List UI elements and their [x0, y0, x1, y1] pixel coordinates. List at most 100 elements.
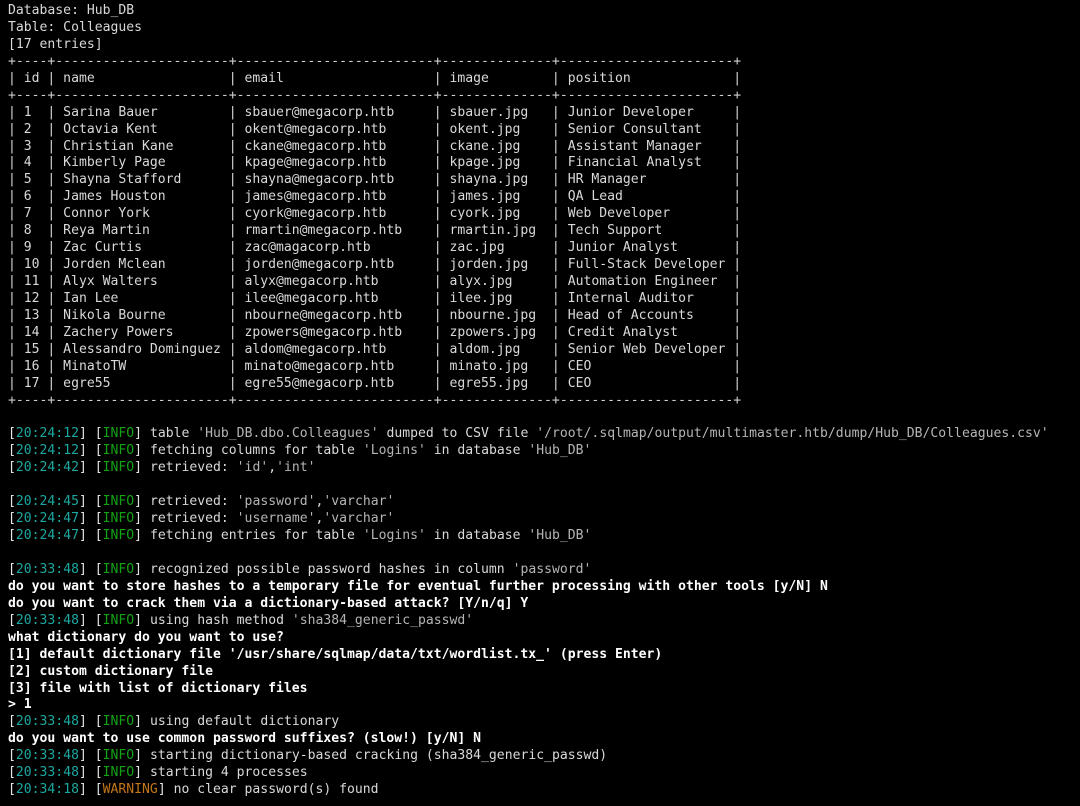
log-prompt-line: what dictionary do you want to use?: [8, 629, 284, 645]
table-row: | 10 | Jorden Mclean | jorden@megacorp.h…: [8, 257, 742, 273]
log-level-badge: INFO: [102, 443, 135, 459]
log-bracket: ] [: [78, 443, 103, 459]
log-line: [20:24:12] [INFO] table 'Hub_DB.dbo.Coll…: [8, 426, 1080, 443]
table-label: Table: Colleagues: [8, 19, 143, 35]
log-bracket: ] [: [78, 460, 103, 476]
log-bracket: ]: [134, 494, 150, 510]
log-message: retrieved: 'username','varchar': [149, 511, 395, 527]
log-level-badge: INFO: [102, 511, 135, 527]
table-row: | 6 | James Houston | james@megacorp.htb…: [8, 189, 742, 205]
table-row: | 7 | Connor York | cyork@megacorp.htb |…: [8, 206, 742, 222]
table-row: | 9 | Zac Curtis | zac@magacorp.htb | za…: [8, 240, 742, 256]
log-prompt-line: [2] custom dictionary file: [8, 663, 213, 679]
log-bracket: ]: [134, 460, 150, 476]
log-bracket: ]: [157, 782, 174, 798]
log-line: [20:34:18] [WARNING] no clear password(s…: [8, 782, 1080, 799]
log-prompt-line: do you want to crack them via a dictiona…: [8, 595, 529, 611]
log-message: table 'Hub_DB.dbo.Colleagues' dumped to …: [149, 426, 1049, 442]
log-bracket: [: [8, 460, 16, 476]
log-bracket: ] [: [78, 782, 103, 798]
log-message: using hash method 'sha384_generic_passwd…: [149, 612, 474, 628]
log-bracket: ] [: [78, 426, 103, 442]
log-timestamp: 20:34:18: [15, 782, 79, 798]
log-timestamp: 20:24:47: [15, 511, 79, 527]
log-message: using default dictionary: [149, 714, 340, 730]
log-bracket: ]: [134, 561, 150, 577]
log-level-badge: INFO: [102, 561, 135, 577]
log-bracket: ]: [134, 612, 150, 628]
table-row: | 13 | Nikola Bourne | nbourne@megacorp.…: [8, 307, 742, 323]
log-bracket: [: [8, 714, 16, 730]
log-message: starting 4 processes: [149, 765, 308, 781]
log-line: [20:33:48] [INFO] starting 4 processes: [8, 765, 1080, 782]
log-level-badge: INFO: [102, 426, 135, 442]
log-bracket: ] [: [78, 748, 103, 764]
log-prompt-line: > 1: [8, 697, 32, 713]
table-row: | 15 | Alessandro Dominguez | aldom@mega…: [8, 341, 742, 357]
log-bracket: ] [: [78, 528, 103, 544]
log-level-badge: WARNING: [102, 782, 158, 798]
log-message: no clear password(s) found: [173, 782, 379, 798]
table-row: | 17 | egre55 | egre55@megacorp.htb | eg…: [8, 375, 742, 391]
log-bracket: [: [8, 765, 16, 781]
log-bracket: ]: [134, 748, 150, 764]
log-bracket: ] [: [78, 494, 103, 510]
log-timestamp: 20:24:45: [15, 494, 79, 510]
table-row: | 2 | Octavia Kent | okent@megacorp.htb …: [8, 121, 742, 137]
log-message: fetching entries for table 'Logins' in d…: [149, 528, 592, 544]
log-level-badge: INFO: [102, 528, 135, 544]
log-timestamp: 20:33:48: [15, 765, 79, 781]
log-line: [20:24:42] [INFO] retrieved: 'id','int': [8, 460, 1080, 477]
log-timestamp: 20:33:48: [15, 714, 79, 730]
table-rule-header: +----+----------------------+-----------…: [8, 87, 742, 103]
table-row: | 3 | Christian Kane | ckane@megacorp.ht…: [8, 138, 742, 154]
log-prompt-line: do you want to use common password suffi…: [8, 731, 481, 747]
log-bracket: ]: [134, 714, 150, 730]
colleagues-table: +----+----------------------+-----------…: [8, 54, 1080, 410]
log-message: starting dictionary-based cracking (sha3…: [149, 748, 608, 764]
table-rule-bottom: +----+----------------------+-----------…: [8, 392, 742, 408]
log-line: [20:33:48] [INFO] starting dictionary-ba…: [8, 748, 1080, 765]
log-bracket: [: [8, 782, 16, 798]
log-blank-line: [8, 477, 1080, 494]
table-header-row: | id | name | email | image | position |: [8, 70, 742, 86]
table-row: | 16 | MinatoTW | minato@megacorp.htb | …: [8, 358, 742, 374]
log-line: [20:24:45] [INFO] retrieved: 'password',…: [8, 494, 1080, 511]
log-bracket: ]: [134, 528, 150, 544]
log-bracket: [: [8, 511, 16, 527]
table-row: | 5 | Shayna Stafford | shayna@megacorp.…: [8, 172, 742, 188]
log-timestamp: 20:33:48: [15, 561, 79, 577]
log-blank-line: [8, 410, 1080, 427]
log-bracket: ]: [134, 511, 150, 527]
log-level-badge: INFO: [102, 494, 135, 510]
log-timestamp: 20:24:42: [15, 460, 79, 476]
table-row: | 1 | Sarina Bauer | sbauer@megacorp.htb…: [8, 104, 742, 120]
log-bracket: [: [8, 748, 16, 764]
log-level-badge: INFO: [102, 765, 135, 781]
log-line: [20:33:48] [INFO] using hash method 'sha…: [8, 613, 1080, 630]
log-bracket: ] [: [78, 561, 103, 577]
log-bracket: ] [: [78, 511, 103, 527]
log-bracket: [: [8, 443, 16, 459]
log-timestamp: 20:24:12: [15, 426, 79, 442]
log-bracket: [: [8, 561, 16, 577]
table-row: | 4 | Kimberly Page | kpage@megacorp.htb…: [8, 155, 742, 171]
log-line: [20:33:48] [INFO] using default dictiona…: [8, 714, 1080, 731]
table-row: | 8 | Reya Martin | rmartin@megacorp.htb…: [8, 223, 742, 239]
table-row: | 14 | Zachery Powers | zpowers@megacorp…: [8, 324, 742, 340]
log-bracket: [: [8, 494, 16, 510]
log-bracket: ]: [134, 426, 150, 442]
log-message: retrieved: 'id','int': [149, 460, 316, 476]
log-timestamp: 20:24:12: [15, 443, 79, 459]
log-bracket: [: [8, 528, 16, 544]
log-prompt-line: do you want to store hashes to a tempora…: [8, 578, 828, 594]
log-prompt-line: [3] file with list of dictionary files: [8, 680, 308, 696]
table-rule-top: +----+----------------------+-----------…: [8, 53, 742, 69]
log-blank-line: [8, 545, 1080, 562]
log-line: [20:33:48] [INFO] recognized possible pa…: [8, 562, 1080, 579]
log-prompt-line: [1] default dictionary file '/usr/share/…: [8, 646, 663, 662]
sqlmap-log-output: [20:24:12] [INFO] table 'Hub_DB.dbo.Coll…: [8, 410, 1080, 800]
log-timestamp: 20:24:47: [15, 528, 79, 544]
terminal-screen: Database: Hub_DB Table: Colleagues [17 e…: [0, 0, 1080, 806]
log-level-badge: INFO: [102, 460, 135, 476]
